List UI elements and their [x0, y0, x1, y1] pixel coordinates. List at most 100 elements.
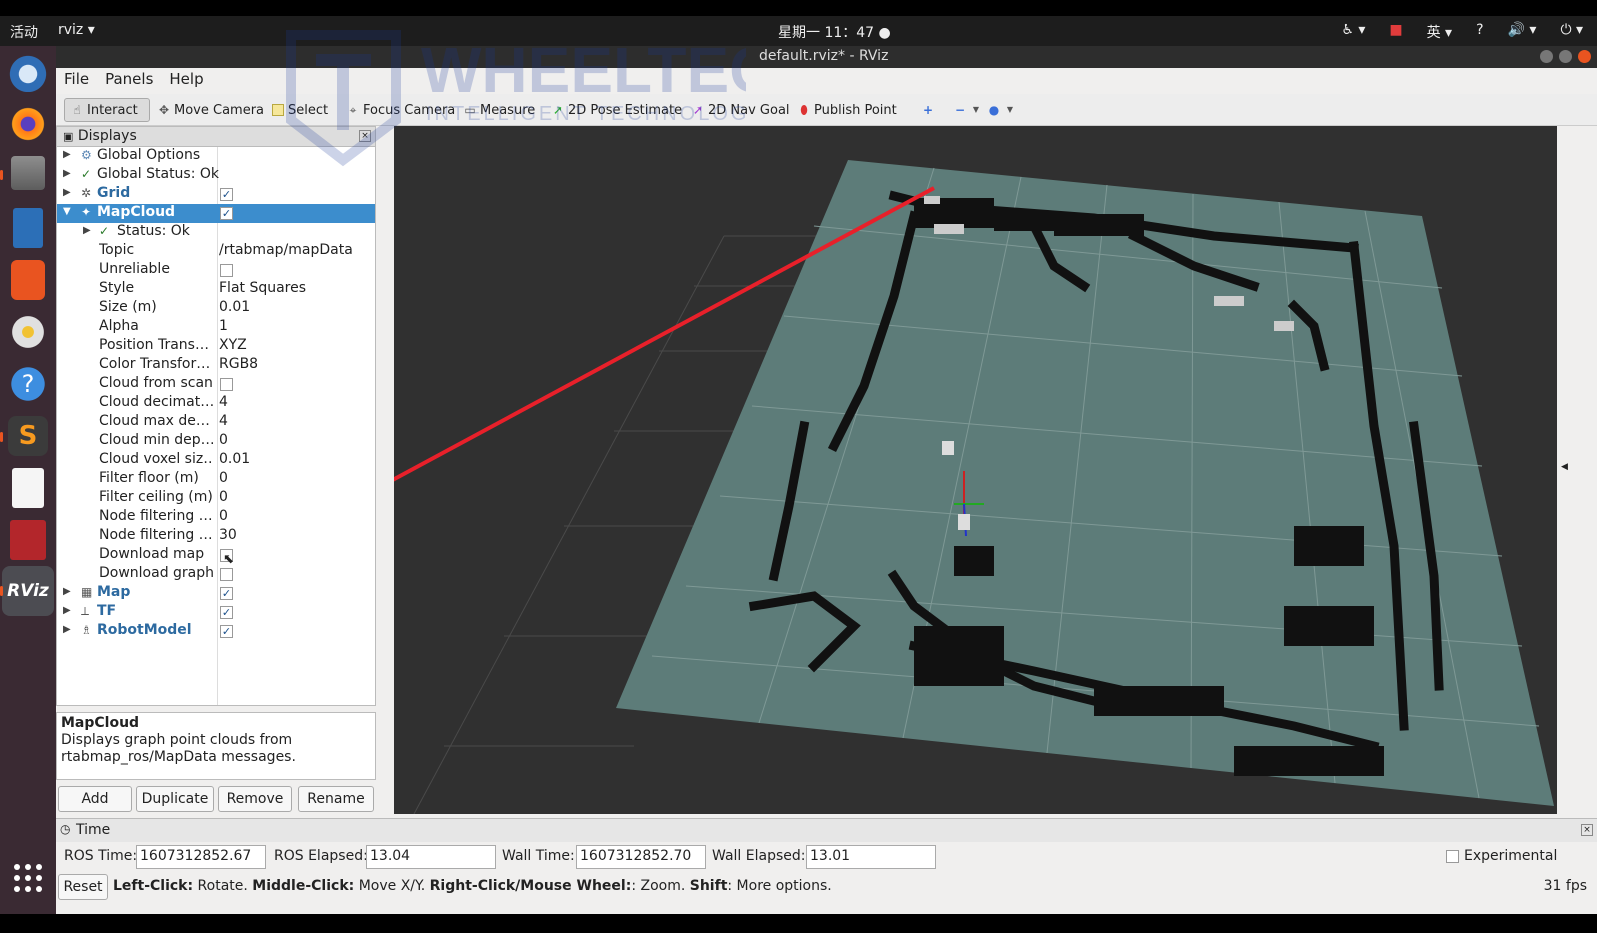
- property-row[interactable]: Filter floor (m) 0: [57, 470, 375, 489]
- property-value[interactable]: 4: [219, 394, 228, 410]
- property-value[interactable]: Flat Squares: [219, 280, 306, 296]
- tree-item-tf[interactable]: ▶ ⟂ TF ✓: [57, 603, 375, 622]
- mapcloud-enabled-checkbox[interactable]: ✓: [220, 207, 233, 220]
- property-row[interactable]: Cloud from scan: [57, 375, 375, 394]
- reset-button[interactable]: Reset: [58, 874, 108, 900]
- menu-panels[interactable]: Panels: [97, 68, 161, 92]
- tree-item-mapcloud[interactable]: ▼ ✦ MapCloud ✓: [57, 204, 375, 223]
- collapse-arrow-icon[interactable]: ▼: [63, 206, 71, 217]
- add-button[interactable]: Add: [58, 786, 132, 812]
- expand-arrow-icon[interactable]: ▶: [83, 225, 91, 236]
- help-icon[interactable]: ?: [1476, 22, 1483, 42]
- property-value[interactable]: 0: [219, 508, 228, 524]
- wall-elapsed-field[interactable]: 13.01: [806, 845, 936, 869]
- tree-item-robotmodel[interactable]: ▶ ♗ RobotModel ✓: [57, 622, 375, 641]
- property-row[interactable]: Unreliable: [57, 261, 375, 280]
- maximize-button[interactable]: [1559, 50, 1572, 63]
- property-row[interactable]: Topic/rtabmap/mapData: [57, 242, 375, 261]
- property-row[interactable]: Filter ceiling (m) 0: [57, 489, 375, 508]
- software-store-icon[interactable]: [11, 260, 45, 300]
- publish-point-tool-button[interactable]: ⬮ Publish Point: [792, 98, 903, 122]
- add-tool-button[interactable]: +: [916, 98, 940, 122]
- menu-help[interactable]: Help: [161, 68, 211, 92]
- window-titlebar[interactable]: default.rviz* - RViz: [56, 46, 1597, 68]
- property-row[interactable]: Cloud voxel siz… 0.01: [57, 451, 375, 470]
- tree-item-status-ok[interactable]: ▶ ✓ Status: Ok: [57, 223, 375, 242]
- property-row[interactable]: Download graph: [57, 565, 375, 584]
- property-row[interactable]: Download map ⬉: [57, 546, 375, 567]
- tf-enabled-checkbox[interactable]: ✓: [220, 606, 233, 619]
- focus-camera-tool-button[interactable]: ⌖ Focus Camera: [341, 98, 461, 122]
- move-camera-tool-button[interactable]: ✥ Move Camera: [152, 98, 270, 122]
- expand-arrow-icon[interactable]: ▶: [63, 624, 71, 635]
- rename-button[interactable]: Rename: [298, 786, 374, 812]
- property-row[interactable]: Cloud decimat… 4: [57, 394, 375, 413]
- firefox-icon[interactable]: [8, 104, 48, 144]
- close-panel-icon[interactable]: ×: [1581, 824, 1593, 836]
- help-icon[interactable]: ?: [8, 364, 48, 404]
- property-value[interactable]: 0.01: [219, 451, 250, 467]
- property-row[interactable]: Alpha 1: [57, 318, 375, 337]
- close-panel-icon[interactable]: ×: [359, 130, 371, 142]
- show-applications-icon[interactable]: [14, 864, 42, 892]
- activities-button[interactable]: 活动: [10, 22, 38, 42]
- tree-item-global-status[interactable]: ▶ ✓ Global Status: Ok: [57, 166, 375, 185]
- property-row[interactable]: Color Transfor… RGB8: [57, 356, 375, 375]
- rhythmbox-icon[interactable]: [8, 312, 48, 352]
- expand-arrow-icon[interactable]: ▶: [63, 605, 71, 616]
- tree-item-map[interactable]: ▶ ▦ Map ✓: [57, 584, 375, 603]
- clock[interactable]: 星期一 11：47 ●: [778, 22, 891, 42]
- pose-estimate-tool-button[interactable]: ➚ 2D Pose Estimate: [546, 98, 688, 122]
- text-editor-icon[interactable]: [12, 468, 44, 508]
- property-row[interactable]: Cloud min dep… 0: [57, 432, 375, 451]
- ros-time-field[interactable]: 1607312852.67: [136, 845, 266, 869]
- record-icon[interactable]: ■: [1389, 22, 1402, 42]
- property-value[interactable]: 30: [219, 527, 237, 543]
- nav-goal-tool-button[interactable]: ➚ 2D Nav Goal: [686, 98, 796, 122]
- property-row[interactable]: Node filtering … 30: [57, 527, 375, 546]
- close-button[interactable]: [1578, 50, 1591, 63]
- document-icon[interactable]: [13, 208, 43, 248]
- thunderbird-icon[interactable]: [8, 52, 48, 92]
- app-menu[interactable]: rviz ▾: [58, 22, 95, 38]
- property-row[interactable]: Position Trans… XYZ: [57, 337, 375, 356]
- files-icon[interactable]: [11, 156, 45, 190]
- property-row[interactable]: Cloud max de… 4: [57, 413, 375, 432]
- property-value[interactable]: 0: [219, 470, 228, 486]
- terminal-icon[interactable]: [10, 520, 46, 560]
- property-value[interactable]: 0.01: [219, 299, 250, 315]
- property-value[interactable]: XYZ: [219, 337, 247, 353]
- property-row[interactable]: Size (m) 0.01: [57, 299, 375, 318]
- camera-type-button[interactable]: ● ▼: [982, 98, 1022, 122]
- measure-tool-button[interactable]: ▭ Measure: [458, 98, 541, 122]
- tree-item-global-options[interactable]: ▶ ⚙ Global Options: [57, 147, 375, 166]
- unreliable-checkbox[interactable]: [220, 264, 233, 277]
- grid-enabled-checkbox[interactable]: ✓: [220, 188, 233, 201]
- expand-arrow-icon[interactable]: ▶: [63, 187, 71, 198]
- duplicate-button[interactable]: Duplicate: [136, 786, 214, 812]
- expand-arrow-icon[interactable]: ▶: [63, 168, 71, 179]
- cloud-from-scan-checkbox[interactable]: [220, 378, 233, 391]
- rviz-icon[interactable]: RViz: [2, 566, 54, 616]
- property-value[interactable]: /rtabmap/mapData: [219, 242, 353, 258]
- expand-arrow-icon[interactable]: ▶: [63, 586, 71, 597]
- power-icon[interactable]: ⏻ ▾: [1560, 22, 1583, 42]
- map-enabled-checkbox[interactable]: ✓: [220, 587, 233, 600]
- 3d-viewport[interactable]: [394, 126, 1557, 814]
- property-value[interactable]: 0: [219, 432, 228, 448]
- property-row[interactable]: Node filtering … 0: [57, 508, 375, 527]
- property-row[interactable]: Style Flat Squares: [57, 280, 375, 299]
- property-value[interactable]: 0: [219, 489, 228, 505]
- robotmodel-enabled-checkbox[interactable]: ✓: [220, 625, 233, 638]
- experimental-checkbox[interactable]: [1446, 850, 1459, 863]
- accessibility-icon[interactable]: ♿ ▾: [1341, 22, 1365, 42]
- remove-button[interactable]: Remove: [218, 786, 292, 812]
- property-value[interactable]: 1: [219, 318, 228, 334]
- download-graph-checkbox[interactable]: [220, 568, 233, 581]
- volume-icon[interactable]: 🔊 ▾: [1508, 22, 1537, 42]
- input-method-indicator[interactable]: 英 ▾: [1427, 22, 1452, 42]
- sublime-text-icon[interactable]: S: [8, 416, 48, 456]
- collapse-left-icon[interactable]: ◀: [1561, 462, 1568, 472]
- ros-elapsed-field[interactable]: 13.04: [366, 845, 496, 869]
- menu-file[interactable]: File: [56, 68, 97, 92]
